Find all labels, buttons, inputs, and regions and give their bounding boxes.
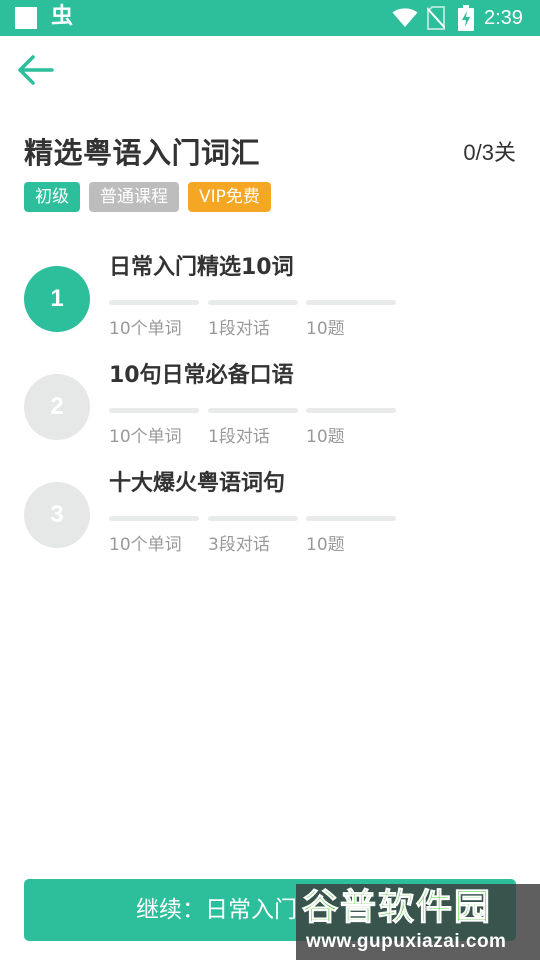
course-type-tag: 普通课程 bbox=[89, 182, 179, 212]
notification-square-icon bbox=[15, 7, 37, 29]
dialogue-progress-bar bbox=[208, 516, 298, 521]
words-progress-bar bbox=[109, 300, 199, 305]
status-bar: 虫 2:39 bbox=[0, 0, 540, 36]
watermark-logo: 谷普软件园 bbox=[301, 887, 493, 929]
status-time: 2:39 bbox=[484, 7, 523, 29]
watermark: 谷普软件园 www.gupuxiazai.com bbox=[296, 884, 540, 960]
level-tag: 初级 bbox=[24, 182, 80, 212]
lesson-word-count: 10个单词 bbox=[109, 535, 182, 555]
quiz-progress-bar bbox=[306, 516, 396, 521]
wifi-icon bbox=[392, 8, 418, 27]
lesson-item-1[interactable]: 1 日常入门精选10词 10个单词 1段对话 10题 bbox=[0, 255, 540, 356]
lesson-dialogue-count: 1段对话 bbox=[208, 319, 270, 339]
dialogue-progress-bar bbox=[208, 300, 298, 305]
lesson-word-count: 10个单词 bbox=[109, 319, 182, 339]
course-tags: 初级 普通课程 VIP免费 bbox=[24, 182, 271, 212]
lesson-item-3[interactable]: 3 十大爆火粤语词句 10个单词 3段对话 10题 bbox=[0, 471, 540, 572]
lesson-number-badge: 2 bbox=[24, 374, 90, 440]
no-sim-icon bbox=[427, 6, 445, 30]
lesson-dialogue-count: 1段对话 bbox=[208, 427, 270, 447]
lesson-question-count: 10题 bbox=[306, 535, 345, 555]
lesson-number-badge: 3 bbox=[24, 482, 90, 548]
arrow-left-icon bbox=[18, 55, 54, 85]
lesson-title: 十大爆火粤语词句 bbox=[109, 471, 286, 496]
course-title: 精选粤语入门词汇 bbox=[24, 136, 261, 170]
vip-tag: VIP免费 bbox=[188, 182, 271, 212]
quiz-progress-bar bbox=[306, 408, 396, 413]
lesson-number-badge: 1 bbox=[24, 266, 90, 332]
course-progress: 0/3关 bbox=[463, 140, 516, 165]
battery-charging-icon bbox=[458, 5, 474, 31]
lesson-title: 日常入门精选10词 bbox=[109, 255, 294, 280]
back-button[interactable] bbox=[12, 50, 60, 90]
words-progress-bar bbox=[109, 516, 199, 521]
lesson-dialogue-count: 3段对话 bbox=[208, 535, 270, 555]
lesson-question-count: 10题 bbox=[306, 427, 345, 447]
app-notification-icon: 虫 bbox=[51, 4, 74, 29]
lesson-title: 10句日常必备口语 bbox=[109, 363, 294, 388]
dialogue-progress-bar bbox=[208, 408, 298, 413]
lesson-word-count: 10个单词 bbox=[109, 427, 182, 447]
lesson-item-2[interactable]: 2 10句日常必备口语 10个单词 1段对话 10题 bbox=[0, 363, 540, 464]
words-progress-bar bbox=[109, 408, 199, 413]
lesson-question-count: 10题 bbox=[306, 319, 345, 339]
watermark-url: www.gupuxiazai.com bbox=[306, 931, 507, 952]
quiz-progress-bar bbox=[306, 300, 396, 305]
